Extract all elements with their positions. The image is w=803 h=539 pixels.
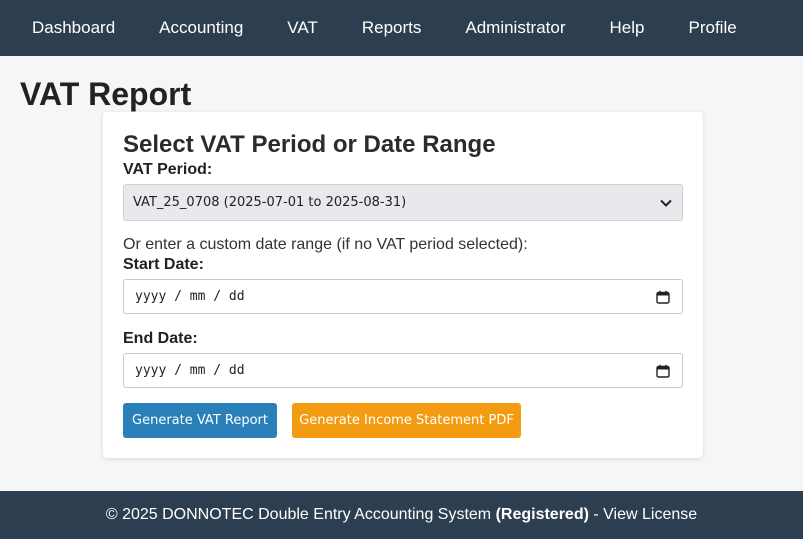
calendar-icon[interactable] bbox=[655, 363, 671, 379]
nav-item-reports[interactable]: Reports bbox=[340, 0, 444, 56]
generate-income-statement-button[interactable]: Generate Income Statement PDF bbox=[292, 403, 521, 438]
nav-item-profile[interactable]: Profile bbox=[666, 0, 758, 56]
nav-item-accounting[interactable]: Accounting bbox=[137, 0, 265, 56]
chevron-down-icon bbox=[659, 196, 673, 210]
footer-copyright: © 2025 DONNOTEC Double Entry Accounting … bbox=[105, 506, 492, 523]
vat-period-label: VAT Period: bbox=[123, 161, 213, 178]
top-navbar: Dashboard Accounting VAT Reports Adminis… bbox=[0, 0, 803, 56]
nav-item-dashboard[interactable]: Dashboard bbox=[10, 0, 137, 56]
end-date-placeholder: yyyy / mm / dd bbox=[135, 363, 245, 378]
end-date-input[interactable]: yyyy / mm / dd bbox=[123, 353, 683, 388]
vat-period-selected-value: VAT_25_0708 (2025-07-01 to 2025-08-31) bbox=[133, 195, 407, 210]
view-license-link[interactable]: View License bbox=[603, 506, 697, 524]
vat-report-form-card: Select VAT Period or Date Range VAT Peri… bbox=[103, 112, 703, 458]
form-title: Select VAT Period or Date Range bbox=[123, 131, 496, 158]
nav-item-administrator[interactable]: Administrator bbox=[443, 0, 587, 56]
registration-status: (Registered) bbox=[495, 506, 589, 523]
custom-range-hint: Or enter a custom date range (if no VAT … bbox=[123, 236, 528, 253]
generate-vat-report-button[interactable]: Generate VAT Report bbox=[123, 403, 277, 438]
page-title: VAT Report bbox=[20, 76, 192, 112]
start-date-input[interactable]: yyyy / mm / dd bbox=[123, 279, 683, 314]
start-date-placeholder: yyyy / mm / dd bbox=[135, 289, 245, 304]
vat-period-select[interactable]: VAT_25_0708 (2025-07-01 to 2025-08-31) bbox=[123, 184, 683, 221]
footer: © 2025 DONNOTEC Double Entry Accounting … bbox=[0, 491, 803, 539]
calendar-icon[interactable] bbox=[655, 289, 671, 305]
nav-item-vat[interactable]: VAT bbox=[265, 0, 340, 56]
end-date-label: End Date: bbox=[123, 330, 198, 347]
nav-item-help[interactable]: Help bbox=[588, 0, 667, 56]
start-date-label: Start Date: bbox=[123, 256, 204, 273]
footer-separator: - bbox=[593, 506, 599, 523]
